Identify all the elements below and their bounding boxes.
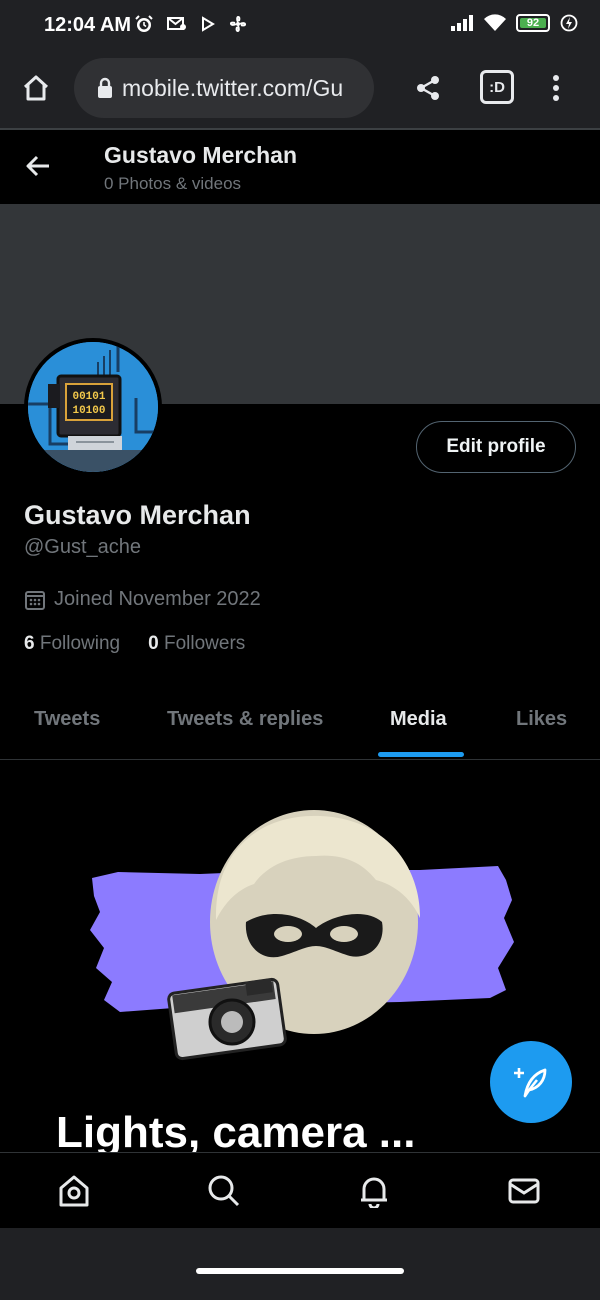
header-name: Gustavo Merchan bbox=[104, 142, 297, 168]
share-icon[interactable] bbox=[410, 70, 446, 106]
compose-tweet-button[interactable] bbox=[490, 1041, 572, 1123]
tab-switcher-label: :D bbox=[489, 78, 505, 96]
home-icon[interactable] bbox=[18, 70, 54, 106]
nav-home-icon[interactable] bbox=[56, 1173, 92, 1209]
edit-profile-button[interactable]: Edit profile bbox=[416, 421, 576, 473]
profile-name: Gustavo Merchan bbox=[24, 500, 251, 530]
wifi-icon bbox=[484, 14, 506, 31]
calendar-icon bbox=[25, 590, 45, 610]
more-vertical-icon[interactable] bbox=[542, 70, 570, 106]
system-navigation-bar bbox=[0, 1228, 600, 1300]
following-link[interactable]: 6 Following bbox=[24, 633, 120, 655]
followers-label: Followers bbox=[163, 633, 246, 654]
tab-likes[interactable]: Likes bbox=[516, 708, 567, 731]
url-bar[interactable]: mobile.twitter.com/Gu bbox=[74, 58, 374, 118]
status-bar: 12:04 AM 92 bbox=[0, 0, 600, 54]
active-tab-indicator bbox=[378, 752, 464, 757]
avatar[interactable]: 00101 10100 bbox=[24, 338, 162, 476]
tab-tweets[interactable]: Tweets bbox=[34, 708, 100, 731]
avatar-binary-line-2: 10100 bbox=[72, 405, 105, 417]
status-notification-icons bbox=[134, 14, 248, 34]
followers-link[interactable]: 0 Followers bbox=[148, 633, 245, 655]
url-text: mobile.twitter.com/Gu bbox=[122, 74, 344, 101]
media-empty-title: Lights, camera ... bbox=[56, 1108, 416, 1152]
status-system-icons: 92 bbox=[450, 14, 578, 32]
profile-header: Gustavo Merchan 0 Photos & videos bbox=[0, 132, 600, 204]
mail-notification-icon bbox=[167, 17, 186, 30]
back-arrow-icon[interactable] bbox=[22, 150, 54, 182]
bottom-navigation bbox=[0, 1152, 600, 1228]
following-count: 6 bbox=[24, 633, 35, 654]
nav-notifications-bell-icon[interactable] bbox=[356, 1173, 392, 1209]
joined-date: Joined November 2022 bbox=[24, 588, 261, 611]
following-label: Following bbox=[39, 633, 121, 654]
tab-tweets-replies[interactable]: Tweets & replies bbox=[167, 708, 323, 731]
joined-text: Joined November 2022 bbox=[54, 588, 261, 610]
tab-media[interactable]: Media bbox=[390, 708, 447, 731]
avatar-binary-line-1: 00101 bbox=[72, 391, 105, 403]
compose-feather-icon bbox=[514, 1068, 547, 1098]
follow-stats: 6 Following 0 Followers bbox=[24, 633, 245, 655]
nav-search-icon[interactable] bbox=[206, 1173, 242, 1209]
battery-icon: 92 bbox=[516, 14, 550, 32]
status-time: 12:04 AM bbox=[44, 14, 132, 36]
signal-icon bbox=[451, 15, 473, 31]
fan-icon bbox=[230, 16, 246, 32]
profile-tabs: Tweets Tweets & replies Media Likes bbox=[0, 694, 600, 760]
header-subtitle: 0 Photos & videos bbox=[104, 174, 242, 193]
lock-icon bbox=[98, 77, 112, 98]
browser-toolbar: mobile.twitter.com/Gu :D bbox=[0, 54, 600, 130]
alarm-icon bbox=[135, 15, 153, 32]
tab-switcher-icon[interactable]: :D bbox=[480, 70, 514, 104]
charging-icon bbox=[560, 14, 578, 32]
nav-messages-mail-icon[interactable] bbox=[506, 1173, 542, 1209]
play-icon bbox=[202, 16, 215, 32]
home-gesture-pill[interactable] bbox=[196, 1268, 404, 1274]
profile-handle: @Gust_ache bbox=[24, 536, 142, 558]
followers-count: 0 bbox=[148, 633, 159, 654]
battery-level: 92 bbox=[526, 17, 540, 29]
